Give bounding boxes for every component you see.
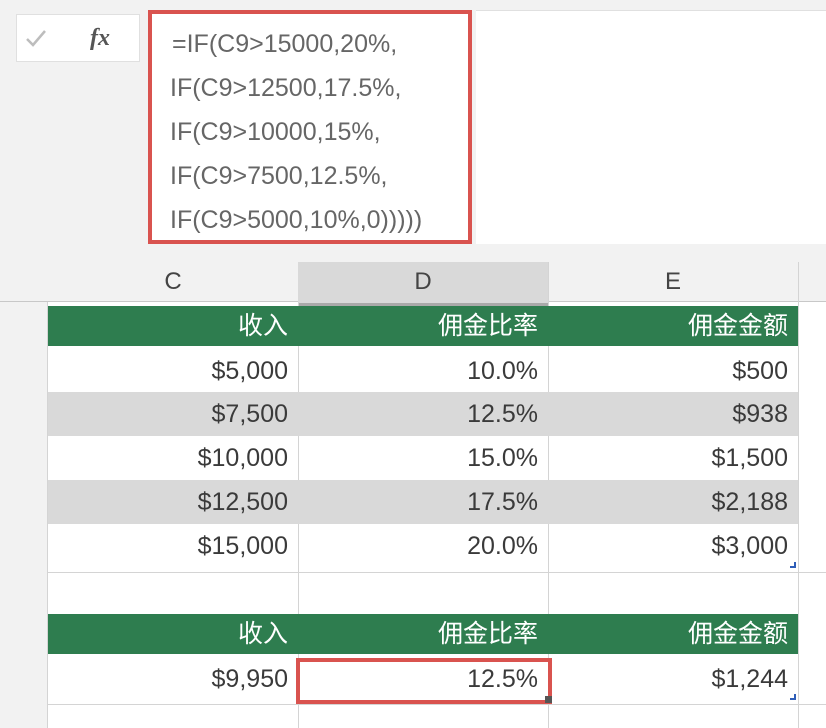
table-cell[interactable]: $5,000 <box>48 350 298 392</box>
table-cell[interactable]: 20.0% <box>298 525 548 567</box>
gridline <box>48 572 826 573</box>
gridline <box>798 302 799 728</box>
table-cell[interactable]: $500 <box>548 350 798 392</box>
table-cell[interactable]: $7,500 <box>48 393 298 435</box>
formula-line: =IF(C9>15000,20%, <box>172 30 398 58</box>
checkmark-icon <box>26 30 46 47</box>
table-cell[interactable]: $9,950 <box>48 658 298 700</box>
row-header-strip <box>0 262 48 728</box>
table-cell[interactable]: $15,000 <box>48 525 298 567</box>
fill-handle[interactable] <box>545 696 552 703</box>
table-cell[interactable]: 17.5% <box>298 481 548 523</box>
formula-bar-extension <box>476 10 826 244</box>
table-cell[interactable]: $10,000 <box>48 437 298 479</box>
enter-button[interactable] <box>20 20 52 56</box>
table1-header-rate[interactable]: 佣金比率 <box>298 306 548 346</box>
table-cell[interactable]: $1,500 <box>548 437 798 479</box>
column-header-d[interactable]: D <box>298 262 549 306</box>
table-cell[interactable]: $1,244 <box>548 658 798 700</box>
formula-input[interactable]: =IF(C9>15000,20%, IF(C9>12500,17.5%, IF(… <box>148 10 472 244</box>
table1-header-amount[interactable]: 佣金金额 <box>548 306 798 346</box>
insert-function-button[interactable]: fx <box>78 20 128 56</box>
gridline <box>48 704 826 705</box>
column-header-c[interactable]: C <box>48 262 299 302</box>
table-cell[interactable]: $2,188 <box>548 481 798 523</box>
table-cell[interactable]: 10.0% <box>298 350 548 392</box>
formula-line: IF(C9>5000,10%,0))))) <box>170 206 423 234</box>
formula-line: IF(C9>12500,17.5%, <box>170 74 402 102</box>
table-cell[interactable]: $3,000 <box>548 525 798 567</box>
formula-line: IF(C9>10000,15%, <box>170 118 381 146</box>
table-cell[interactable]: $938 <box>548 393 798 435</box>
table-cell[interactable]: $12,500 <box>48 481 298 523</box>
column-header-e[interactable]: E <box>548 262 799 302</box>
table-cell[interactable]: 15.0% <box>298 437 548 479</box>
table-resize-handle[interactable] <box>790 694 796 700</box>
table1-header-income[interactable]: 收入 <box>48 306 298 346</box>
table2-header-rate[interactable]: 佣金比率 <box>298 614 548 654</box>
table-cell[interactable]: 12.5% <box>298 393 548 435</box>
table2-header-amount[interactable]: 佣金金额 <box>548 614 798 654</box>
fx-icon: fx <box>90 25 110 51</box>
formula-line: IF(C9>7500,12.5%, <box>170 162 388 190</box>
formula-bar: fx =IF(C9>15000,20%, IF(C9>12500,17.5%, … <box>0 0 826 244</box>
selected-cell-value: 12.5% <box>467 665 538 693</box>
table2-header-income[interactable]: 收入 <box>48 614 298 654</box>
table-resize-handle[interactable] <box>790 562 796 568</box>
